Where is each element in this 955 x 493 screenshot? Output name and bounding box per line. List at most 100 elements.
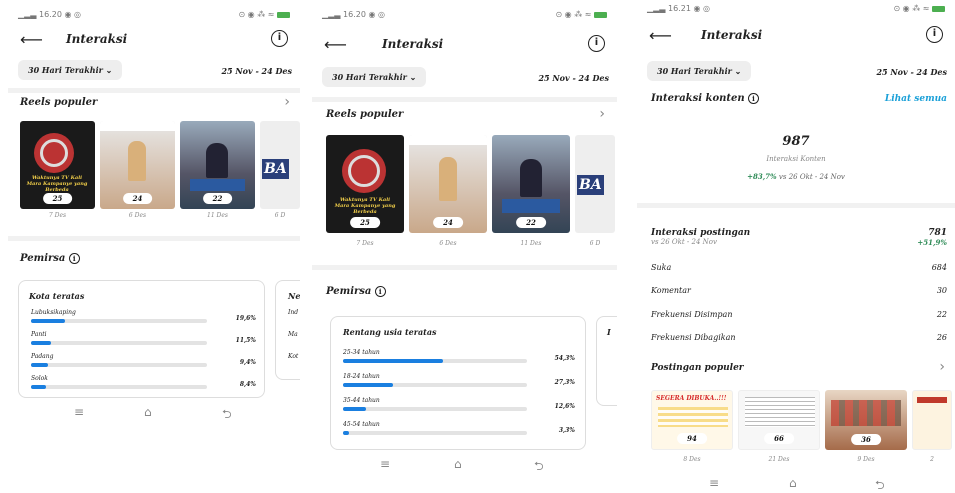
reels-section-title: Reels populer (326, 109, 404, 120)
post-interactions-total: 781 (928, 228, 947, 238)
back-nav-icon[interactable]: ⮌ (875, 476, 885, 493)
city-bar-fill (31, 363, 48, 367)
post-date: 8 Des (683, 456, 701, 463)
age-value: 54,3% (554, 355, 575, 362)
age-label: 18-24 tahun (343, 373, 380, 380)
reel-thumbnail[interactable]: Waktunya TV Kali Mara Kampanye yang Berb… (326, 135, 404, 233)
battery-icon (594, 11, 607, 18)
reel-thumbnail[interactable]: BA (260, 121, 300, 209)
post-graphic (745, 397, 815, 427)
magnifier-icon (348, 155, 380, 187)
back-nav-icon[interactable]: ⮌ (222, 405, 232, 426)
info-icon[interactable]: i (271, 30, 288, 47)
date-filter-button[interactable]: 30 Hari Terakhir ⌄ (322, 67, 427, 87)
chevron-down-icon: ⌄ (409, 72, 417, 82)
city-bar (31, 319, 207, 323)
chevron-right-icon[interactable]: › (939, 359, 945, 375)
status-bar: ▁▂▃ 16.20 ◉ ◎ ⊙ ◉ ⁂ ≈ (322, 10, 607, 22)
status-time: ▁▂▃ 16.20 ◉ ◎ (322, 10, 385, 19)
post-interactions-compare: vs 26 Okt - 24 Nov (651, 238, 717, 246)
reel-graphic (409, 135, 487, 145)
city-label: Padang (31, 353, 54, 360)
reels-list: Waktunya TV Kali Mara Kampanye yang Berb… (20, 121, 300, 209)
status-time: ▁▂▃ 16.21 ◉ ◎ (647, 4, 710, 13)
country-label: Ma (288, 331, 298, 338)
top-age-ranges-card: Rentang usia teratas 25-34 tahun 54,3% 1… (330, 316, 586, 450)
date-filter-label: 30 Hari Terakhir (332, 72, 407, 82)
status-icons: ⊙ ◉ ⁂ ≈ (555, 10, 607, 19)
reel-date: 6 Des (439, 240, 457, 247)
reel-thumbnail[interactable]: Waktunya TV Kali Mara Kampanye yang Berb… (20, 121, 95, 209)
reel-caption: Waktunya TV Kali Mara Kampanye yang Berb… (334, 197, 396, 215)
home-icon[interactable]: ⌂ (144, 405, 152, 419)
info-icon[interactable]: i (748, 93, 759, 104)
reel-graphic (190, 179, 245, 191)
status-bar: ▁▂▃ 16.21 ◉ ◎ ⊙ ◉ ⁂ ≈ (647, 4, 945, 16)
city-bar (31, 341, 207, 345)
phone-screen-2: ▁▂▃ 16.20 ◉ ◎ ⊙ ◉ ⁂ ≈ ⟵ Interaksi i 30 H… (312, 0, 617, 493)
metric-value: 26 (936, 333, 947, 342)
age-value: 27,3% (554, 379, 575, 386)
reel-thumbnail[interactable]: 22 (180, 121, 255, 209)
post-thumbnail[interactable]: SEGERA DIBUKA..!!! 94 (651, 390, 733, 450)
audience-title: Pemirsa i (326, 286, 386, 297)
reel-caption: BA (577, 175, 604, 195)
city-value: 11,5% (235, 337, 256, 344)
city-bar-fill (31, 341, 52, 345)
menu-icon[interactable]: ≡ (709, 476, 719, 490)
age-bar-fill (343, 359, 443, 363)
date-filter-button[interactable]: 30 Hari Terakhir ⌄ (647, 61, 752, 81)
metric-value: 22 (936, 310, 947, 319)
info-icon[interactable]: i (588, 35, 605, 52)
arrow-left-icon[interactable]: ⟵ (649, 26, 672, 45)
reel-count: 24 (433, 217, 463, 228)
arrow-left-icon[interactable]: ⟵ (20, 30, 43, 49)
reel-date: 11 Des (207, 212, 228, 219)
divider (312, 265, 617, 270)
card-title: I (607, 327, 611, 337)
back-nav-icon[interactable]: ⮌ (534, 457, 544, 478)
age-bar-fill (343, 431, 350, 435)
chevron-down-icon: ⌄ (734, 66, 742, 76)
arrow-left-icon[interactable]: ⟵ (324, 35, 347, 54)
card-title: Kota teratas (29, 291, 85, 301)
post-interactions-change: +51,9% (917, 238, 947, 247)
audience-title: Pemirsa i (20, 253, 80, 264)
divider (637, 203, 955, 208)
see-all-link[interactable]: Lihat semua (885, 94, 947, 104)
info-icon[interactable]: i (926, 26, 943, 43)
reel-thumbnail[interactable]: BA (575, 135, 615, 233)
menu-icon[interactable]: ≡ (380, 457, 390, 471)
post-date: 2 (930, 456, 934, 463)
age-bar (343, 431, 527, 435)
chevron-right-icon[interactable]: › (284, 94, 290, 110)
age-bar (343, 407, 527, 411)
reel-thumbnail[interactable]: 24 (100, 121, 175, 209)
reel-date: 6 D (589, 240, 601, 247)
post-count: 66 (764, 433, 794, 444)
date-filter-button[interactable]: 30 Hari Terakhir ⌄ (18, 60, 123, 80)
info-icon[interactable]: i (374, 286, 386, 297)
country-label: Ind (288, 309, 299, 316)
info-icon[interactable]: i (68, 253, 80, 264)
content-interactions-total: 987 (782, 134, 810, 149)
age-value: 3,3% (558, 427, 575, 434)
home-icon[interactable]: ⌂ (789, 476, 797, 490)
home-icon[interactable]: ⌂ (454, 457, 462, 471)
reel-thumbnail[interactable]: 22 (492, 135, 570, 233)
age-bar (343, 359, 527, 363)
battery-icon (277, 11, 290, 18)
post-thumbnail[interactable] (912, 390, 952, 450)
reel-thumbnail[interactable]: 24 (409, 135, 487, 233)
post-thumbnail[interactable]: 66 (738, 390, 820, 450)
metric-label: Komentar (651, 286, 691, 295)
date-filter-label: 30 Hari Terakhir (28, 65, 103, 75)
city-bar-fill (31, 385, 46, 389)
chevron-right-icon[interactable]: › (599, 106, 605, 122)
post-thumbnail[interactable]: 36 (825, 390, 907, 450)
reel-graphic (100, 121, 175, 131)
post-date: 21 Des (768, 456, 790, 463)
reel-graphic (439, 157, 457, 201)
reel-date: 6 D (274, 212, 286, 219)
menu-icon[interactable]: ≡ (74, 405, 84, 419)
